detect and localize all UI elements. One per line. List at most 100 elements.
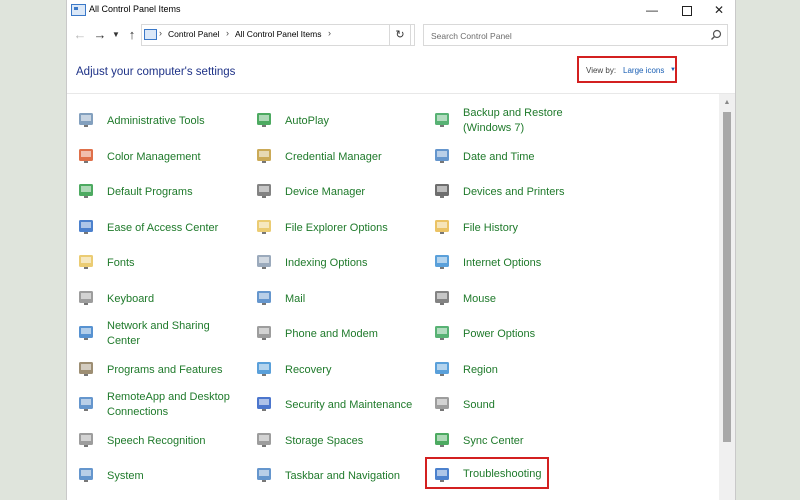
power-options-icon <box>435 326 449 340</box>
control-panel-item[interactable]: Troubleshooting <box>425 457 549 489</box>
control-panel-item[interactable]: Recovery <box>255 353 425 385</box>
page-title: Adjust your computer's settings <box>76 66 236 78</box>
control-panel-item[interactable]: RemoteApp and Desktop Connections <box>77 388 247 420</box>
breadcrumb-control-panel[interactable]: Control Panel <box>168 29 220 39</box>
control-panel-item-label: Credential Manager <box>285 150 382 163</box>
control-panel-item[interactable]: Sync Center <box>433 424 603 456</box>
control-panel-item-label: File Explorer Options <box>285 221 388 234</box>
control-panel-item[interactable]: Taskbar and Navigation <box>255 459 425 491</box>
control-panel-item-label: Internet Options <box>463 257 542 269</box>
control-panel-item[interactable]: Indexing Options <box>255 246 425 278</box>
search-box <box>423 24 728 46</box>
title-bar[interactable]: All Control Panel Items — ✕ <box>67 0 735 20</box>
refresh-button[interactable]: ↻ <box>389 24 411 46</box>
control-panel-item-label: Recovery <box>285 363 332 376</box>
scroll-thumb[interactable] <box>723 112 731 442</box>
control-panel-item-label: File History <box>463 221 519 234</box>
control-panel-item[interactable]: Default Programs <box>77 175 247 207</box>
date-time-icon <box>435 148 449 163</box>
file-history-icon <box>435 219 449 234</box>
up-arrow-icon[interactable]: ↑ <box>125 26 139 44</box>
view-by-dropdown[interactable]: Large icons <box>623 66 664 75</box>
internet-options-icon <box>435 255 449 269</box>
control-panel-item[interactable]: Network and Sharing Center <box>77 317 247 349</box>
close-button[interactable]: ✕ <box>704 0 734 20</box>
control-panel-item-label: Fonts <box>107 257 135 269</box>
control-panel-item-label: Network and Sharing Center <box>107 320 210 347</box>
control-panel-item[interactable]: Credential Manager <box>255 140 425 172</box>
window-title: All Control Panel Items <box>89 4 181 14</box>
back-arrow-icon[interactable]: ← <box>71 26 89 44</box>
control-panel-item-label: AutoPlay <box>285 115 330 127</box>
control-panel-item[interactable]: Fonts <box>77 246 247 278</box>
control-panel-item-label: Troubleshooting <box>463 468 542 480</box>
scroll-up-arrow-icon[interactable]: ▲ <box>719 96 735 110</box>
control-panel-item[interactable]: File Explorer Options <box>255 211 425 243</box>
control-panel-item[interactable]: Sound <box>433 388 603 420</box>
control-panel-items-grid: Administrative Tools AutoPlay Backup and R… <box>67 94 719 500</box>
control-panel-item[interactable]: Keyboard <box>77 282 247 314</box>
control-panel-item[interactable]: Administrative Tools <box>77 104 247 136</box>
control-panel-item[interactable]: Region <box>433 353 603 385</box>
control-panel-window: All Control Panel Items — ✕ ← → ▼ ↑ › Co… <box>66 0 736 500</box>
control-panel-item-label: Taskbar and Navigation <box>285 470 400 482</box>
control-panel-item[interactable]: Color Management <box>77 140 247 172</box>
speech-recognition-icon <box>79 432 93 447</box>
keyboard-icon <box>79 290 93 305</box>
network-sharing-icon <box>79 326 93 340</box>
control-panel-item[interactable]: Speech Recognition <box>77 424 247 456</box>
control-panel-item[interactable]: Security and Maintenance <box>255 388 425 420</box>
vertical-scrollbar[interactable]: ▲ <box>719 94 735 500</box>
control-panel-item[interactable]: AutoPlay <box>255 104 425 136</box>
search-icon[interactable] <box>710 29 722 41</box>
forward-arrow-icon[interactable]: → <box>91 26 109 44</box>
control-panel-item[interactable]: Date and Time <box>433 140 603 172</box>
control-panel-item[interactable]: Mouse <box>433 282 603 314</box>
control-panel-item[interactable]: Ease of Access Center <box>77 211 247 243</box>
control-panel-item[interactable]: System <box>77 459 247 491</box>
search-input[interactable] <box>429 28 703 44</box>
security-maintenance-icon <box>257 397 271 411</box>
address-bar[interactable]: › Control Panel › All Control Panel Item… <box>141 24 456 46</box>
control-panel-item-label: Speech Recognition <box>107 434 206 447</box>
phone-modem-icon <box>257 326 271 340</box>
recent-locations-chevron-icon[interactable]: ▼ <box>111 26 121 44</box>
mouse-icon <box>435 290 449 305</box>
file-explorer-options-icon <box>257 219 271 234</box>
color-management-icon <box>79 148 93 163</box>
control-panel-item-label: Color Management <box>107 150 201 163</box>
control-panel-item-label: Power Options <box>463 328 536 340</box>
control-panel-item[interactable]: Phone and Modem <box>255 317 425 349</box>
control-panel-item-label: Default Programs <box>107 186 193 198</box>
control-panel-item-label: Ease of Access Center <box>107 221 219 234</box>
control-panel-item-label: System <box>107 470 144 482</box>
breadcrumb-all-items[interactable]: All Control Panel Items <box>235 29 321 39</box>
backup-restore-icon <box>435 113 449 127</box>
control-panel-item[interactable]: Mail <box>255 282 425 314</box>
troubleshooting-icon <box>435 468 449 482</box>
control-panel-item-label: Indexing Options <box>285 257 368 269</box>
control-panel-item-label: Phone and Modem <box>285 328 378 340</box>
devices-printers-icon <box>435 184 449 198</box>
control-panel-item[interactable]: Internet Options <box>433 246 603 278</box>
navigation-bar: ← → ▼ ↑ › Control Panel › All Control Pa… <box>67 22 735 48</box>
breadcrumb-chevron-icon[interactable]: › <box>328 28 331 38</box>
control-panel-item[interactable]: Storage Spaces <box>255 424 425 456</box>
control-panel-item[interactable]: Power Options <box>433 317 603 349</box>
programs-features-icon <box>79 361 93 376</box>
breadcrumb-chevron-icon[interactable]: › <box>159 28 162 38</box>
control-panel-item[interactable]: Device Manager <box>255 175 425 207</box>
control-panel-item[interactable]: File History <box>433 211 603 243</box>
maximize-button[interactable] <box>672 0 702 20</box>
dropdown-arrow-icon[interactable]: ▼ <box>670 67 676 73</box>
control-panel-item-label: Region <box>463 363 498 376</box>
control-panel-item[interactable]: Programs and Features <box>77 353 247 385</box>
indexing-options-icon <box>257 255 271 269</box>
control-panel-item[interactable]: Backup and Restore (Windows 7) <box>433 104 603 136</box>
system-icon <box>79 468 93 482</box>
control-panel-item-label: Programs and Features <box>107 363 223 376</box>
minimize-button[interactable]: — <box>637 0 667 20</box>
control-panel-item[interactable]: Devices and Printers <box>433 175 603 207</box>
breadcrumb-chevron-icon[interactable]: › <box>226 28 229 38</box>
taskbar-navigation-icon <box>257 468 271 482</box>
